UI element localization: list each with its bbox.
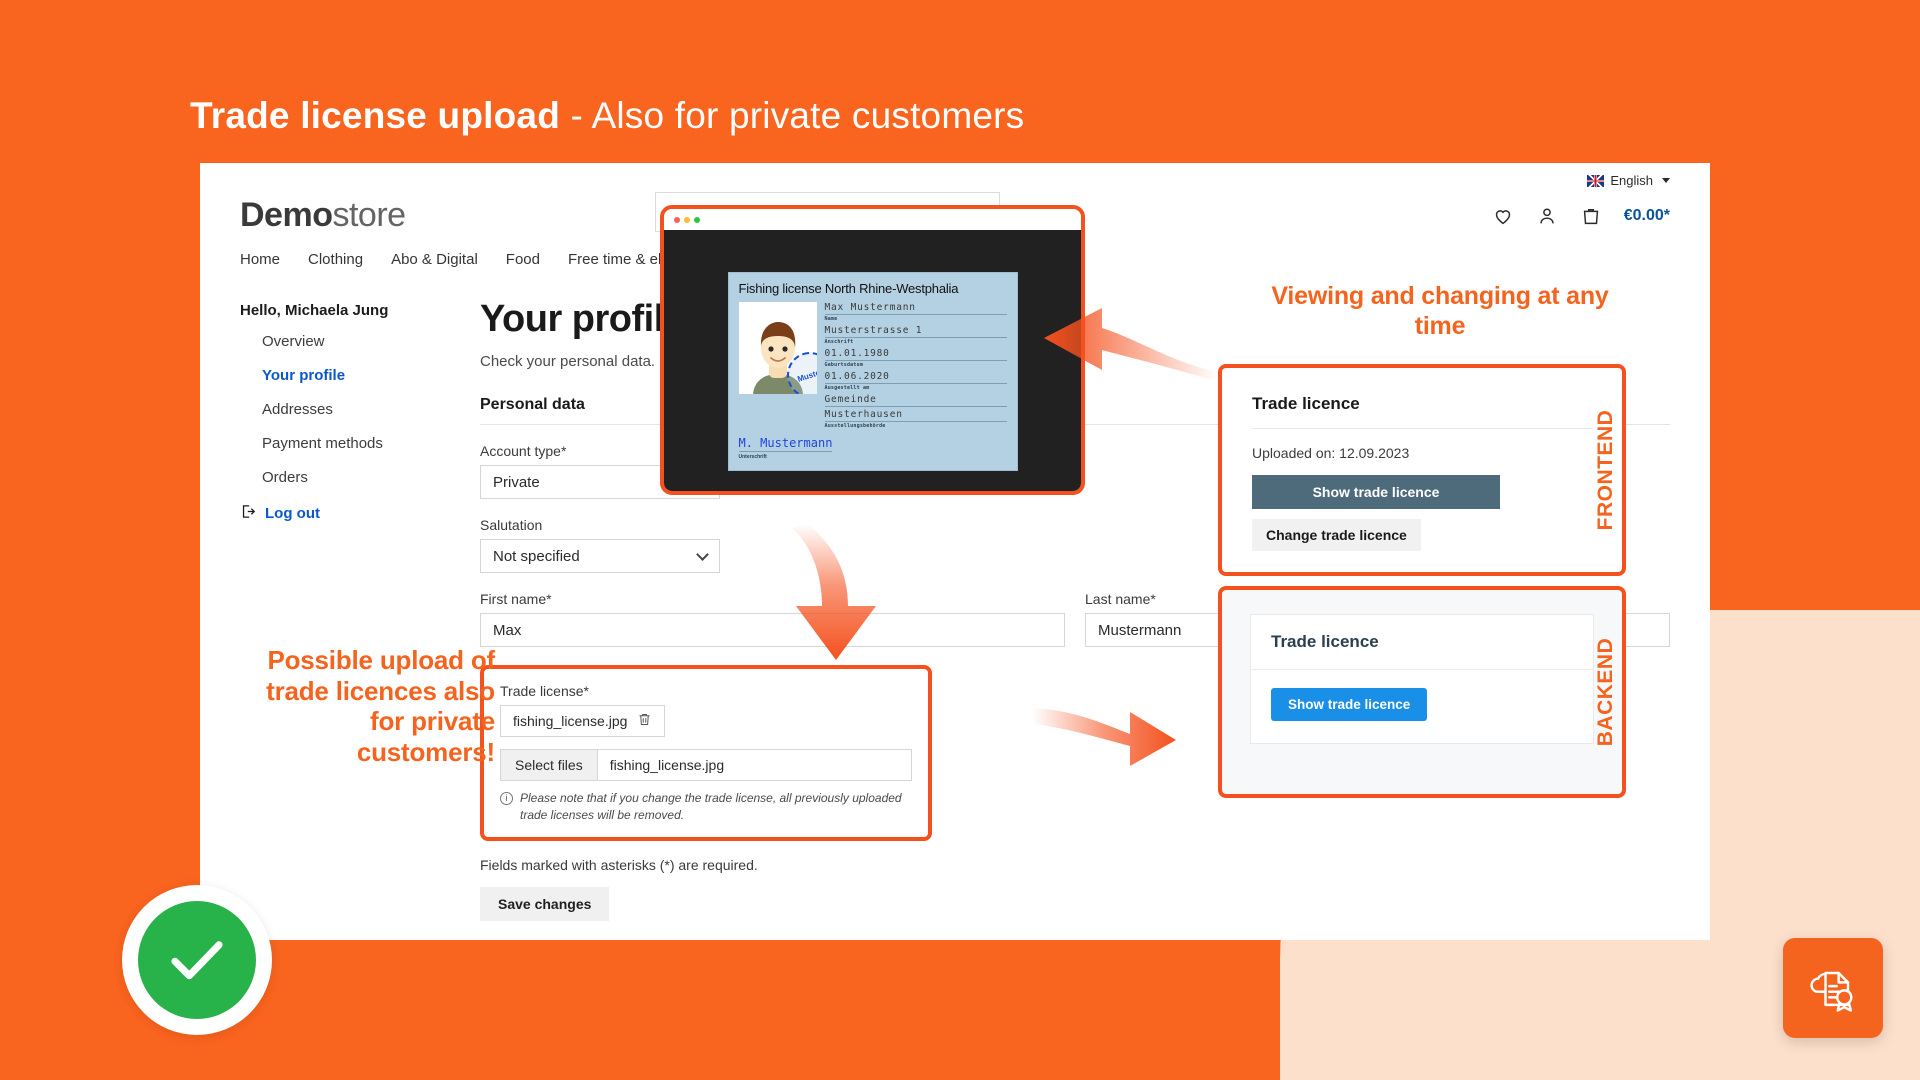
language-switcher[interactable]: English xyxy=(200,163,1710,188)
trade-license-note: i Please note that if you change the tra… xyxy=(500,790,912,825)
last-name-value: Mustermann xyxy=(1098,621,1182,639)
user-icon[interactable] xyxy=(1536,205,1558,227)
chevron-down-icon xyxy=(696,547,709,561)
sidebar-item-your-profile[interactable]: Your profile xyxy=(262,367,480,384)
select-files-button[interactable]: Select files xyxy=(501,750,598,780)
cart-icon[interactable] xyxy=(1580,205,1602,227)
product-badge xyxy=(1783,938,1883,1038)
page-title: Trade license upload - Also for private … xyxy=(190,95,1024,137)
first-name-label: First name* xyxy=(480,591,552,607)
page-title-rest: - Also for private customers xyxy=(560,95,1025,136)
close-dot-icon[interactable] xyxy=(674,216,680,223)
frontend-panel: Trade licence Uploaded on: 12.09.2023 Sh… xyxy=(1218,364,1626,576)
maximize-dot-icon[interactable] xyxy=(694,216,700,223)
license-title: Fishing license North Rhine-Westphalia xyxy=(738,280,959,296)
logout-label: Log out xyxy=(265,505,320,522)
license-image-stage: Fishing license North Rhine-Westphalia M… xyxy=(664,230,1081,491)
logout-icon xyxy=(240,503,257,524)
selected-file-value: fishing_license.jpg xyxy=(609,757,725,773)
nav-item-home[interactable]: Home xyxy=(240,251,280,268)
fishing-license-document: Fishing license North Rhine-Westphalia M… xyxy=(727,271,1018,471)
uploaded-file-name: fishing_license.jpg xyxy=(513,713,628,729)
trade-license-note-text: Please note that if you change the trade… xyxy=(520,791,902,823)
arrow-to-backend-panel xyxy=(1032,708,1176,766)
file-picker[interactable]: Select files fishing_license.jpg xyxy=(500,749,912,781)
salutation-select[interactable]: Not specified xyxy=(480,539,720,573)
arrow-to-frontend-panel xyxy=(1044,308,1218,380)
sidebar-item-overview[interactable]: Overview xyxy=(262,333,480,350)
page-title-bold: Trade license upload xyxy=(190,95,561,136)
callout-right-text: Viewing and changing at any time xyxy=(1271,282,1609,340)
logo-bold: Demo xyxy=(240,196,333,234)
license-value-authority-line2: Musterhausen xyxy=(824,409,1007,422)
minimize-dot-icon[interactable] xyxy=(684,216,690,223)
backend-panel-title: Trade licence xyxy=(1271,632,1379,651)
frontend-panel-title: Trade licence xyxy=(1252,394,1360,413)
license-fields: Max Mustermann Name Musterstrasse 1 Ansc… xyxy=(824,302,1007,432)
required-fields-note: Fields marked with asterisks (*) are req… xyxy=(480,856,758,873)
frontend-show-trade-licence-button[interactable]: Show trade licence xyxy=(1252,475,1500,509)
shop-logo[interactable]: Demostore xyxy=(240,196,406,235)
backend-vertical-label: BACKEND xyxy=(1594,637,1617,747)
trash-icon[interactable] xyxy=(637,712,652,730)
document-certificate-cloud-icon xyxy=(1810,971,1853,1012)
uploaded-file-chip: fishing_license.jpg xyxy=(500,705,666,737)
divider xyxy=(1252,428,1592,429)
logout-button[interactable]: Log out xyxy=(240,503,480,524)
license-value-authority-line1: Gemeinde xyxy=(824,394,1007,407)
license-key-address: Anschrift xyxy=(824,338,854,345)
logo-light: store xyxy=(332,196,406,234)
license-value-birthdate: 01.01.1980 xyxy=(824,348,1007,361)
green-check-icon xyxy=(138,901,256,1019)
uk-flag-icon xyxy=(1587,174,1605,187)
license-key-authority: Ausstellungsbehörde xyxy=(824,422,886,429)
chevron-down-icon xyxy=(1662,178,1670,183)
license-preview-window: Fishing license North Rhine-Westphalia M… xyxy=(660,205,1085,495)
license-key-issued-on: Ausgestellt am xyxy=(824,384,870,391)
frontend-uploaded-on: Uploaded on: 12.09.2023 xyxy=(1252,445,1410,461)
sidebar-item-orders[interactable]: Orders xyxy=(262,469,480,486)
nav-item-food[interactable]: Food xyxy=(506,251,540,268)
license-value-address: Musterstrasse 1 xyxy=(824,325,1007,338)
save-changes-button[interactable]: Save changes xyxy=(480,886,610,921)
license-value-issued-on: 01.06.2020 xyxy=(824,371,1007,384)
license-signature-label: Unterschrift xyxy=(738,453,767,460)
callout-left-text: Possible upload of trade licences also f… xyxy=(266,645,495,768)
nav-item-clothing[interactable]: Clothing xyxy=(308,251,363,268)
license-key-name: Name xyxy=(824,315,838,322)
frontend-change-trade-licence-button[interactable]: Change trade licence xyxy=(1252,519,1421,551)
first-name-value: Max xyxy=(493,621,522,639)
account-greeting: Hello, Michaela Jung xyxy=(240,302,389,319)
arrow-to-upload-box xyxy=(792,524,876,660)
license-key-birthdate: Geburtsdatum xyxy=(824,361,864,368)
backend-card: Trade licence Show trade licence xyxy=(1250,614,1594,744)
backend-show-trade-licence-button[interactable]: Show trade licence xyxy=(1271,688,1428,721)
cart-total[interactable]: €0.00* xyxy=(1624,207,1670,225)
first-name-input[interactable]: Max xyxy=(480,613,1065,647)
backend-panel: Trade licence Show trade licence BACKEND xyxy=(1218,586,1626,798)
sidebar-item-addresses[interactable]: Addresses xyxy=(262,401,480,418)
info-icon: i xyxy=(500,792,513,805)
license-photo: Muster xyxy=(738,301,817,394)
license-value-name: Max Mustermann xyxy=(824,302,1007,315)
heart-icon[interactable] xyxy=(1492,205,1514,227)
window-titlebar xyxy=(664,209,1081,230)
frontend-vertical-label: FRONTEND xyxy=(1594,409,1617,531)
nav-item-abo-digital[interactable]: Abo & Digital xyxy=(391,251,478,268)
salutation-value: Not specified xyxy=(493,547,580,565)
green-check-badge xyxy=(122,885,272,1035)
license-signature: M. Mustermann xyxy=(738,435,833,452)
account-type-value: Private xyxy=(493,473,540,491)
header-action-icons: €0.00* xyxy=(1492,205,1670,227)
language-label: English xyxy=(1610,173,1653,188)
sidebar-item-payment-methods[interactable]: Payment methods xyxy=(262,435,480,452)
account-sidebar: Hello, Michaela Jung Overview Your profi… xyxy=(240,278,480,940)
